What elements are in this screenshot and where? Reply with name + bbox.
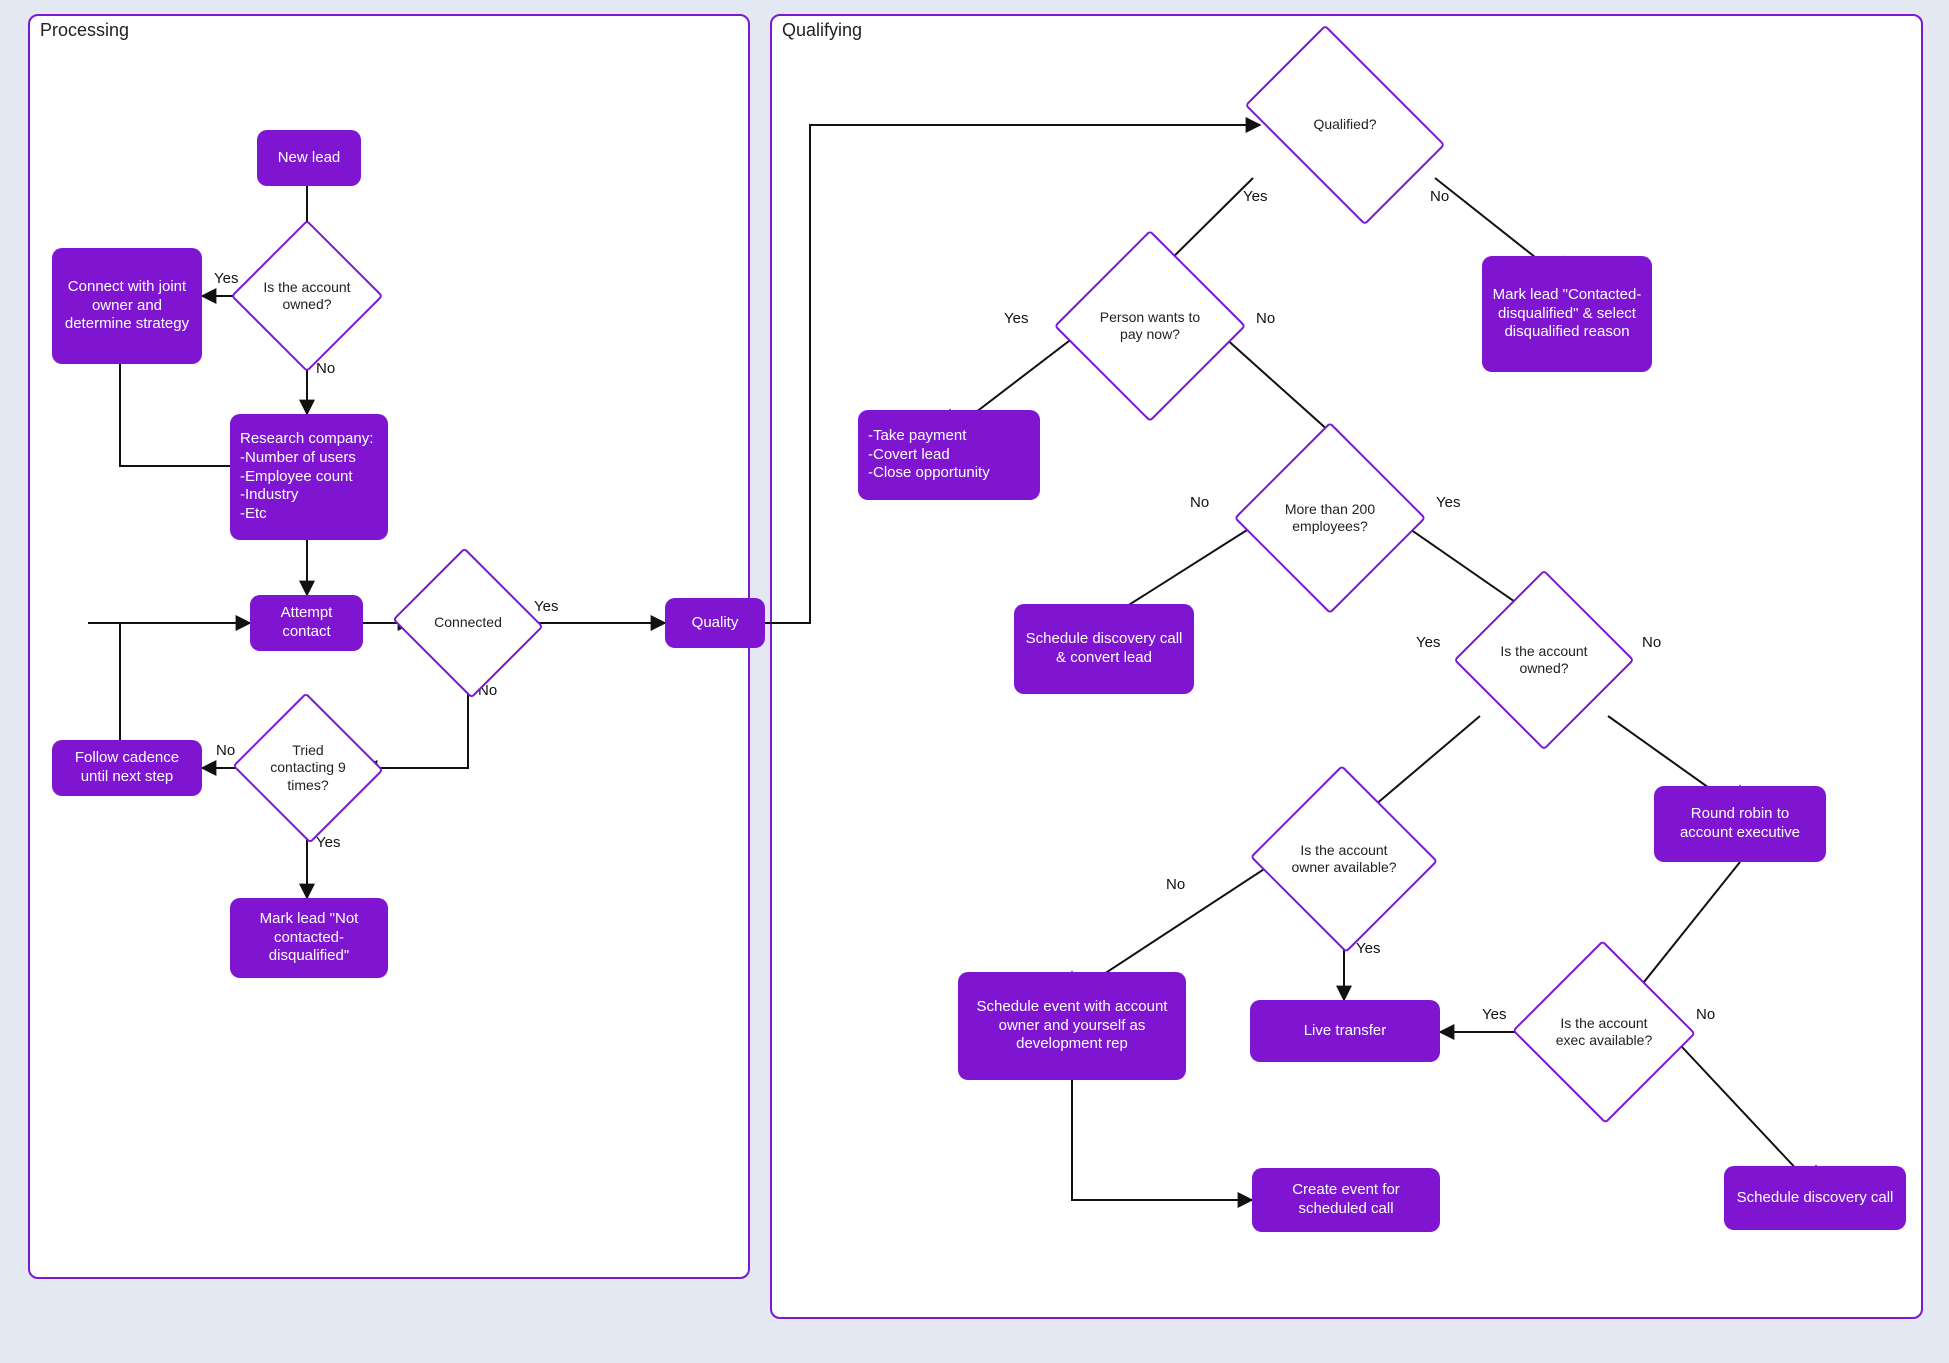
label-connected-yes: Yes xyxy=(534,598,558,615)
node-connect-strategy: Connect with joint owner and determine s… xyxy=(52,248,202,364)
node-follow-cadence-label: Follow cadence until next step xyxy=(62,749,192,787)
node-exec-available: Is the account exec available? xyxy=(1538,968,1670,1096)
node-live-transfer-label: Live transfer xyxy=(1304,1022,1387,1041)
node-more-than-200-label: More than 200 employees? xyxy=(1262,501,1398,536)
node-is-account-owned-1-label: Is the account owned? xyxy=(253,279,361,314)
label-owned1-yes: Yes xyxy=(214,270,238,287)
node-mark-disqualified: Mark lead "Contacted-disqualified" & sel… xyxy=(1482,256,1652,372)
node-mark-disqualified-label: Mark lead "Contacted-disqualified" & sel… xyxy=(1492,286,1642,342)
lane-qualifying-title: Qualifying xyxy=(782,20,862,41)
label-owned2-yes: Yes xyxy=(1416,634,1440,651)
node-schedule-event-owner-label: Schedule event with account owner and yo… xyxy=(968,998,1176,1054)
node-mark-not-contacted: Mark lead "Not contacted-disqualified" xyxy=(230,898,388,978)
node-mark-not-contacted-label: Mark lead "Not contacted-disqualified" xyxy=(240,910,378,966)
node-live-transfer: Live transfer xyxy=(1250,1000,1440,1062)
lane-qualifying: Qualifying xyxy=(770,14,1923,1319)
node-more-than-200: More than 200 employees? xyxy=(1262,450,1398,586)
node-schedule-discovery-convert: Schedule discovery call & convert lead xyxy=(1014,604,1194,694)
node-attempt-contact-label: Attempt contact xyxy=(260,604,353,642)
node-schedule-discovery-convert-label: Schedule discovery call & convert lead xyxy=(1024,630,1184,668)
node-connect-strategy-label: Connect with joint owner and determine s… xyxy=(62,278,192,334)
node-quality: Quality xyxy=(665,598,765,648)
node-qualified-label: Qualified? xyxy=(1307,116,1382,134)
node-round-robin: Round robin to account executive xyxy=(1654,786,1826,862)
node-schedule-event-owner: Schedule event with account owner and yo… xyxy=(958,972,1186,1080)
node-exec-available-label: Is the account exec available? xyxy=(1538,1015,1670,1050)
node-take-payment-label: -Take payment -Covert lead -Close opport… xyxy=(868,427,990,483)
label-owneravail-yes: Yes xyxy=(1356,940,1380,957)
label-qualified-yes: Yes xyxy=(1243,188,1267,205)
node-is-account-owned-1: Is the account owned? xyxy=(253,242,361,350)
node-attempt-contact: Attempt contact xyxy=(250,595,363,651)
node-follow-cadence: Follow cadence until next step xyxy=(52,740,202,796)
node-round-robin-label: Round robin to account executive xyxy=(1664,805,1816,843)
node-is-account-owned-2: Is the account owned? xyxy=(1480,596,1608,724)
lane-processing-title: Processing xyxy=(40,20,129,41)
label-tried9-no: No xyxy=(216,742,235,759)
node-connected-label: Connected xyxy=(428,614,508,632)
node-create-event: Create event for scheduled call xyxy=(1252,1168,1440,1232)
node-schedule-discovery: Schedule discovery call xyxy=(1724,1166,1906,1230)
node-research-company: Research company: -Number of users -Empl… xyxy=(230,414,388,540)
label-paynow-no: No xyxy=(1256,310,1275,327)
node-quality-label: Quality xyxy=(692,614,739,633)
label-200-no: No xyxy=(1190,494,1209,511)
label-owned1-no: No xyxy=(316,360,335,377)
node-owner-available-label: Is the account owner available? xyxy=(1276,842,1412,877)
node-is-account-owned-2-label: Is the account owned? xyxy=(1480,643,1608,678)
node-new-lead-label: New lead xyxy=(278,149,341,168)
label-owned2-no: No xyxy=(1642,634,1661,651)
node-pay-now-label: Person wants to pay now? xyxy=(1082,309,1218,344)
flowchart-canvas: Processing Qualifying xyxy=(0,0,1949,1363)
node-take-payment: -Take payment -Covert lead -Close opport… xyxy=(858,410,1040,500)
label-owneravail-no: No xyxy=(1166,876,1185,893)
node-tried-9: Tried contacting 9 times? xyxy=(253,716,363,820)
node-schedule-discovery-label: Schedule discovery call xyxy=(1737,1189,1894,1208)
node-tried-9-label: Tried contacting 9 times? xyxy=(253,742,363,795)
node-pay-now: Person wants to pay now? xyxy=(1082,258,1218,394)
label-execavail-yes: Yes xyxy=(1482,1006,1506,1023)
node-research-company-label: Research company: -Number of users -Empl… xyxy=(240,430,373,524)
label-200-yes: Yes xyxy=(1436,494,1460,511)
label-execavail-no: No xyxy=(1696,1006,1715,1023)
node-new-lead: New lead xyxy=(257,130,361,186)
label-qualified-no: No xyxy=(1430,188,1449,205)
lane-processing: Processing xyxy=(28,14,750,1279)
node-create-event-label: Create event for scheduled call xyxy=(1262,1181,1430,1219)
node-owner-available: Is the account owner available? xyxy=(1276,794,1412,924)
node-qualified: Qualified? xyxy=(1260,68,1430,182)
node-connected: Connected xyxy=(412,572,524,674)
label-tried9-yes: Yes xyxy=(316,834,340,851)
label-paynow-yes: Yes xyxy=(1004,310,1028,327)
